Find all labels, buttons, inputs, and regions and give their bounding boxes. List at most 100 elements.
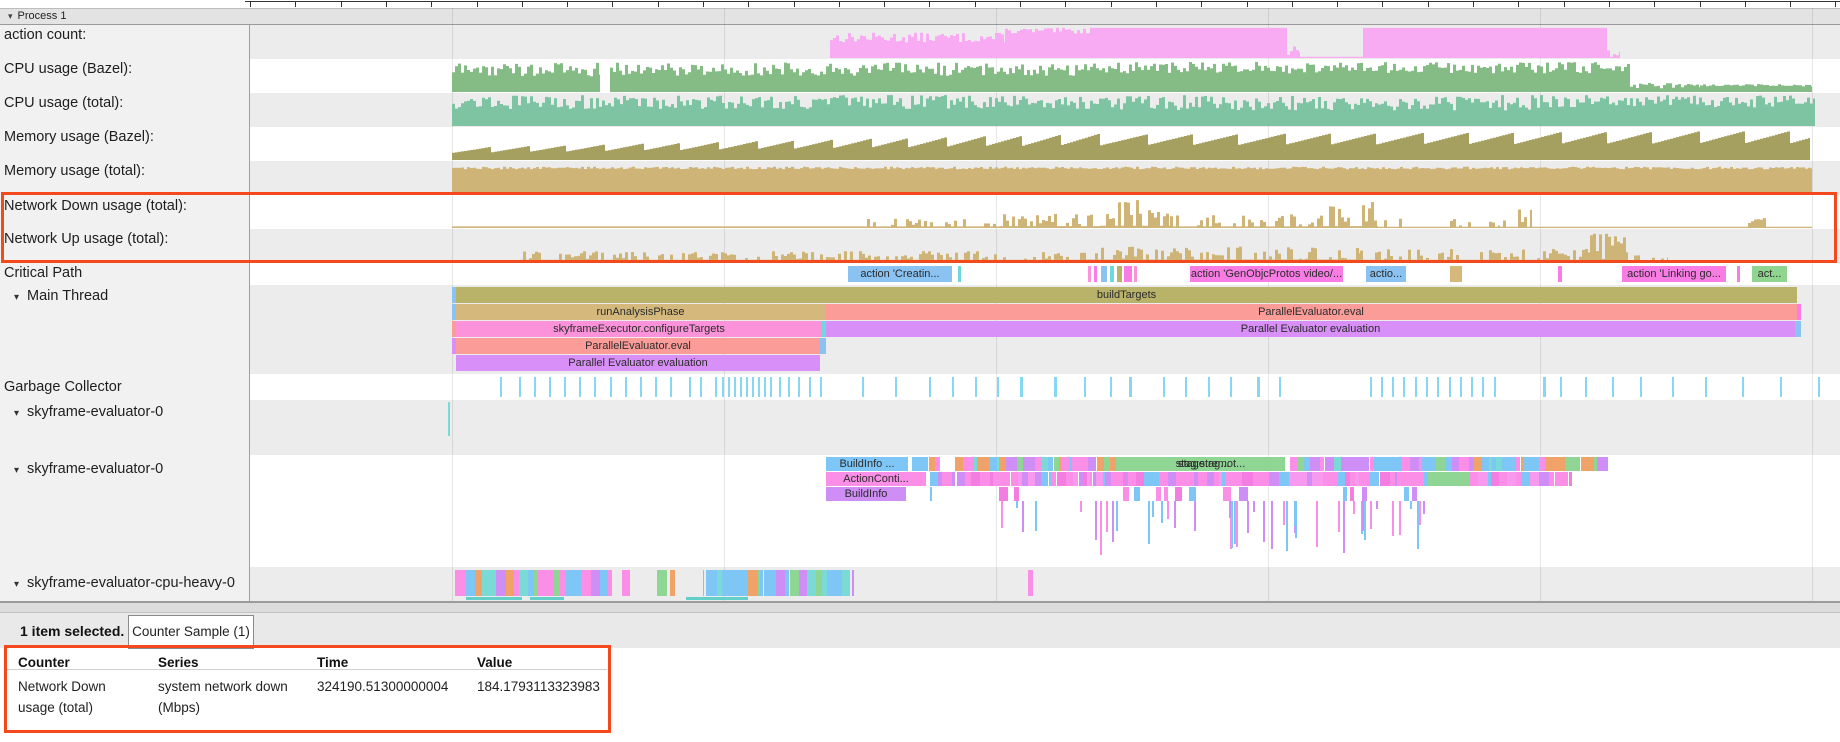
gc-event-tick[interactable] bbox=[519, 377, 521, 397]
slice[interactable] bbox=[1523, 457, 1531, 471]
counter-histogram-mem-bazel[interactable] bbox=[250, 127, 1840, 161]
slice[interactable] bbox=[1491, 472, 1499, 486]
slice[interactable] bbox=[1228, 472, 1237, 486]
tab-counter-sample[interactable]: Counter Sample (1) bbox=[128, 615, 254, 649]
slice[interactable] bbox=[1415, 472, 1424, 486]
critical-path-slice[interactable] bbox=[1094, 266, 1097, 282]
critical-path-slice[interactable] bbox=[1450, 266, 1462, 282]
slice-dropline[interactable] bbox=[1247, 501, 1249, 533]
track-label-main-thread[interactable]: ▾Main Thread bbox=[14, 288, 108, 304]
gc-event-tick[interactable] bbox=[610, 377, 612, 397]
slice-group[interactable] bbox=[912, 487, 932, 501]
slice[interactable] bbox=[1325, 457, 1334, 471]
slice[interactable] bbox=[929, 457, 936, 471]
slice[interactable] bbox=[1478, 472, 1488, 486]
slice-dropline[interactable] bbox=[1106, 501, 1108, 532]
slice-group[interactable] bbox=[957, 472, 1428, 486]
evaluator-slice[interactable]: ActionConti... bbox=[826, 472, 926, 486]
track-label-net-up[interactable]: Network Up usage (total): bbox=[4, 231, 168, 247]
gc-event-tick[interactable] bbox=[764, 377, 766, 397]
slice[interactable] bbox=[930, 472, 938, 486]
gc-event-tick[interactable] bbox=[820, 377, 822, 397]
critical-path-slice[interactable]: action 'GenObjcProtos video/... bbox=[1190, 266, 1343, 282]
slice-dropline[interactable] bbox=[1343, 501, 1345, 553]
gc-event-tick[interactable] bbox=[1381, 377, 1383, 397]
slice[interactable] bbox=[776, 570, 785, 596]
evaluator-event-tick[interactable] bbox=[448, 402, 450, 436]
track-label-cpu-total[interactable]: CPU usage (total): bbox=[4, 95, 123, 111]
slice[interactable] bbox=[1530, 472, 1538, 486]
gc-event-tick[interactable] bbox=[1640, 377, 1642, 397]
slice[interactable] bbox=[1359, 472, 1368, 486]
gc-event-tick[interactable] bbox=[594, 377, 596, 397]
collapse-triangle-icon[interactable]: ▾ bbox=[14, 292, 19, 303]
slice[interactable] bbox=[1164, 487, 1168, 501]
gc-event-tick[interactable] bbox=[1370, 377, 1372, 397]
slice-dropline[interactable] bbox=[1236, 501, 1238, 547]
slice-dropline[interactable] bbox=[1376, 501, 1378, 509]
slice[interactable] bbox=[1436, 457, 1446, 471]
collapse-triangle-icon[interactable]: ▾ bbox=[14, 465, 19, 476]
critical-path-slice[interactable] bbox=[1124, 266, 1132, 282]
slice[interactable] bbox=[1134, 487, 1140, 501]
slice[interactable] bbox=[1088, 457, 1096, 471]
gc-event-tick[interactable] bbox=[655, 377, 657, 397]
slice-dropline[interactable] bbox=[1417, 501, 1419, 549]
gc-event-tick[interactable] bbox=[715, 377, 717, 397]
slice[interactable] bbox=[1584, 457, 1595, 471]
slice[interactable] bbox=[1156, 487, 1160, 501]
gc-event-tick[interactable] bbox=[1415, 377, 1417, 397]
slice[interactable] bbox=[1412, 487, 1418, 501]
main-thread-slice[interactable]: ParallelEvaluator.eval bbox=[456, 338, 820, 354]
slice-group[interactable] bbox=[852, 570, 872, 596]
slice[interactable] bbox=[790, 570, 800, 596]
slice-dropline[interactable] bbox=[1286, 501, 1288, 551]
gc-event-tick[interactable] bbox=[670, 377, 672, 397]
slice[interactable] bbox=[581, 570, 589, 596]
slice-dropline[interactable] bbox=[1161, 501, 1163, 523]
slice-dropline[interactable] bbox=[1095, 501, 1097, 540]
slice[interactable] bbox=[1057, 472, 1067, 486]
gc-event-tick[interactable] bbox=[1612, 377, 1614, 397]
slice[interactable] bbox=[1151, 472, 1159, 486]
critical-path-slice[interactable] bbox=[1558, 266, 1562, 282]
main-thread-slice[interactable]: runAnalysisPhase bbox=[456, 304, 825, 320]
collapse-triangle-icon[interactable]: ▾ bbox=[14, 579, 19, 590]
gc-event-tick[interactable] bbox=[1460, 377, 1462, 397]
slice[interactable] bbox=[1175, 487, 1182, 501]
gc-event-tick[interactable] bbox=[975, 377, 977, 397]
gc-event-tick[interactable] bbox=[1392, 377, 1394, 397]
gc-event-tick[interactable] bbox=[895, 377, 897, 397]
slice[interactable] bbox=[1508, 457, 1516, 471]
gc-event-tick[interactable] bbox=[1185, 377, 1187, 397]
slice[interactable] bbox=[490, 570, 497, 596]
gc-event-tick[interactable] bbox=[1426, 377, 1428, 397]
slice[interactable] bbox=[1128, 472, 1136, 486]
main-thread-slice[interactable]: buildTargets bbox=[456, 287, 1797, 303]
track-label-critical-path[interactable]: Critical Path bbox=[4, 265, 82, 281]
slice-dropline[interactable] bbox=[1392, 501, 1394, 536]
gc-event-tick[interactable] bbox=[929, 377, 931, 397]
slice[interactable] bbox=[1338, 472, 1345, 486]
evaluator-slice[interactable]: stag:stag...stage.remot... bbox=[1120, 457, 1285, 471]
slice-dropline[interactable] bbox=[1263, 501, 1265, 542]
slice-dropline[interactable] bbox=[1022, 501, 1024, 532]
slice[interactable] bbox=[622, 570, 631, 596]
slice[interactable] bbox=[670, 570, 676, 596]
main-thread-slice[interactable] bbox=[1797, 304, 1801, 320]
slice[interactable] bbox=[980, 472, 990, 486]
slice-dropline[interactable] bbox=[1338, 501, 1340, 532]
slice-dropline[interactable] bbox=[1316, 501, 1318, 547]
gc-event-tick[interactable] bbox=[579, 377, 581, 397]
slice[interactable] bbox=[1422, 457, 1430, 471]
slice[interactable] bbox=[955, 457, 963, 471]
gc-event-tick[interactable] bbox=[1230, 377, 1232, 397]
critical-path-slice[interactable] bbox=[1737, 266, 1740, 282]
slice-group[interactable] bbox=[940, 487, 1420, 501]
slice[interactable] bbox=[1401, 457, 1410, 471]
slice[interactable] bbox=[1253, 472, 1261, 486]
slice-group[interactable] bbox=[1470, 472, 1572, 486]
slice[interactable] bbox=[737, 570, 748, 596]
counter-histogram-net-down[interactable] bbox=[250, 195, 1840, 229]
critical-path-slice[interactable] bbox=[1088, 266, 1091, 282]
